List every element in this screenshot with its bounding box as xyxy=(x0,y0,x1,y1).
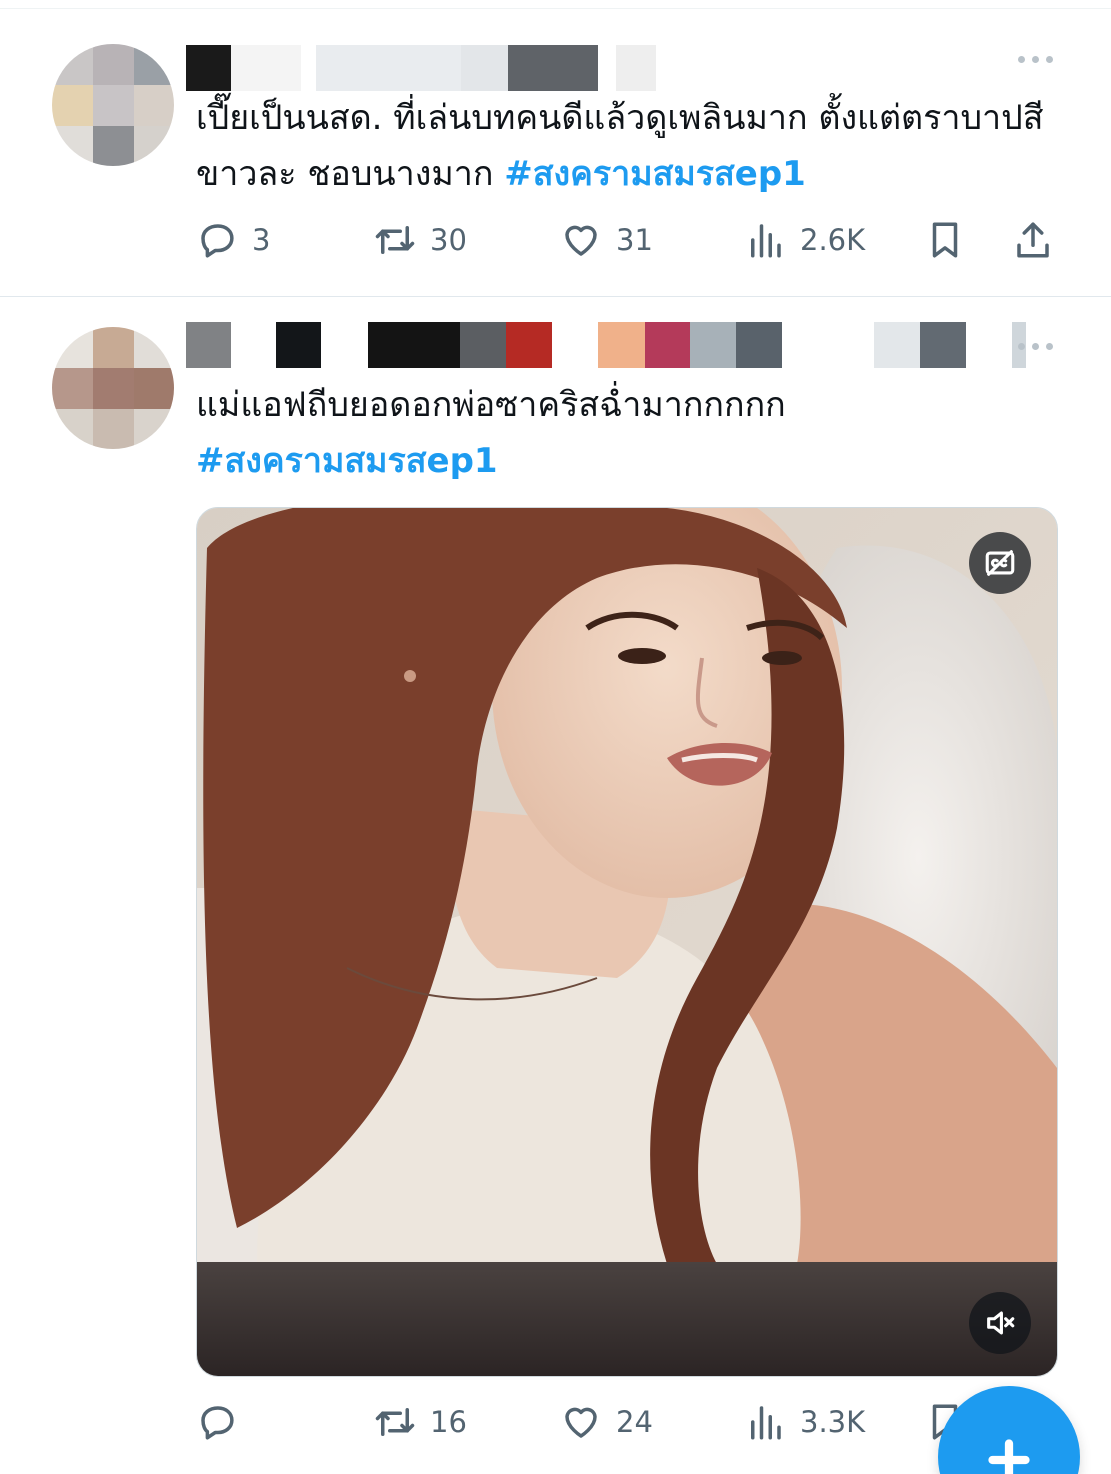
like-button[interactable]: 24 xyxy=(560,1397,653,1447)
retweet-button[interactable]: 30 xyxy=(374,215,467,265)
reply-icon xyxy=(201,1406,234,1440)
tweet-actions: 3 30 31 2.6K xyxy=(196,215,1066,265)
compose-plus-icon xyxy=(988,1439,1030,1474)
reply-button[interactable] xyxy=(196,1397,252,1447)
like-count: 24 xyxy=(616,1405,653,1439)
tweet-1[interactable]: เปี๊ยเป็นนสด. ที่เล่นบทคนดีแล้วดูเพลินมา… xyxy=(0,0,1111,296)
share-button[interactable] xyxy=(1012,215,1054,265)
tweet-text: แม่แอฟถีบยอดอกพ่อซาคริสฉ่ำมากกกกก #สงครา… xyxy=(196,377,1066,489)
reply-icon xyxy=(201,224,234,258)
hashtag-link[interactable]: #สงครามสมรสep1 xyxy=(504,154,806,194)
retweet-count: 30 xyxy=(430,223,467,257)
views-button[interactable]: 2.6K xyxy=(744,215,865,265)
tweet-2[interactable]: แม่แอฟถีบยอดอกพ่อซาคริสฉ่ำมากกกกก #สงครา… xyxy=(0,297,1111,1474)
video-player[interactable] xyxy=(196,507,1058,1377)
captions-button[interactable] xyxy=(969,532,1031,594)
avatar-blurred[interactable] xyxy=(52,44,174,166)
views-button[interactable]: 3.3K xyxy=(744,1397,865,1447)
author-name-redacted[interactable] xyxy=(186,322,1026,368)
views-icon xyxy=(751,1406,781,1440)
bookmark-button[interactable] xyxy=(924,215,966,265)
reply-button[interactable]: 3 xyxy=(196,215,270,265)
author-name-redacted[interactable] xyxy=(186,45,1026,91)
views-count: 2.6K xyxy=(800,223,866,257)
avatar-blurred[interactable] xyxy=(52,327,174,449)
tweet-actions: 16 24 3.3K xyxy=(196,1397,1066,1447)
retweet-icon xyxy=(375,1408,415,1436)
retweet-count: 16 xyxy=(430,1405,467,1439)
more-icon[interactable] xyxy=(1016,50,1056,70)
mute-icon xyxy=(987,1311,1015,1335)
bookmark-icon xyxy=(932,222,958,258)
views-icon xyxy=(751,224,781,258)
like-button[interactable]: 31 xyxy=(560,215,653,265)
retweet-button[interactable]: 16 xyxy=(374,1397,467,1447)
mute-button[interactable] xyxy=(969,1292,1031,1354)
views-count: 3.3K xyxy=(800,1405,866,1439)
share-icon xyxy=(1017,222,1049,258)
reply-count: 3 xyxy=(252,223,271,257)
more-icon[interactable] xyxy=(1016,337,1056,357)
like-icon xyxy=(565,225,597,256)
captions-icon xyxy=(985,550,1015,576)
retweet-icon xyxy=(375,226,415,254)
tweet-text: เปี๊ยเป็นนสด. ที่เล่นบทคนดีแล้วดูเพลินมา… xyxy=(196,90,1066,202)
video-frame xyxy=(197,508,1057,1264)
like-icon xyxy=(565,1407,597,1438)
hashtag-link[interactable]: #สงครามสมรสep1 xyxy=(196,433,1066,489)
tweet-body: แม่แอฟถีบยอดอกพ่อซาคริสฉ่ำมากกกกก xyxy=(196,385,786,425)
video-letterbox xyxy=(197,1262,1057,1376)
like-count: 31 xyxy=(616,223,653,257)
